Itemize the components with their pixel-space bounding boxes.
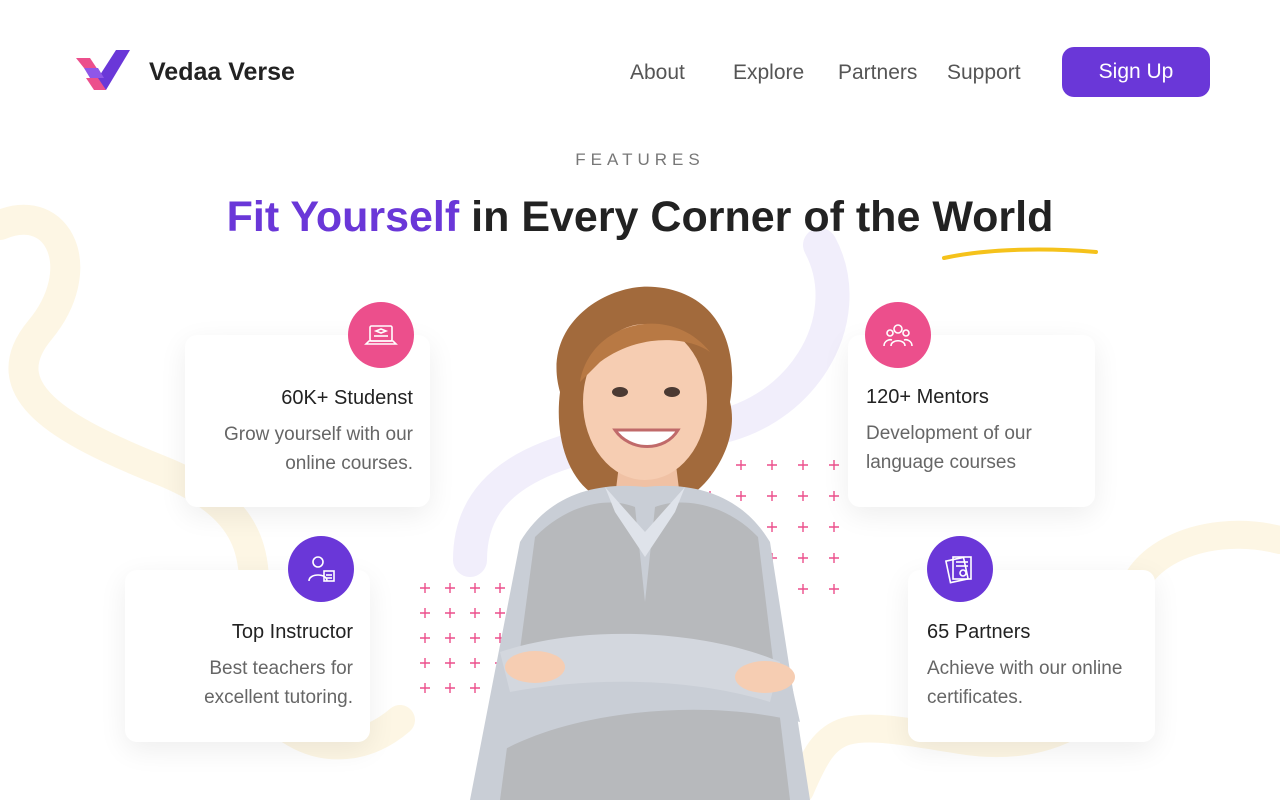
nav-explore[interactable]: Explore xyxy=(733,61,804,85)
plus-mark xyxy=(420,683,430,693)
vv-logo-icon xyxy=(76,50,130,90)
brand-name: Vedaa Verse xyxy=(149,58,295,86)
feature-title: 60K+ Studenst xyxy=(281,387,413,409)
headline-underline xyxy=(942,247,1098,260)
nav-about[interactable]: About xyxy=(630,61,685,85)
nav-support[interactable]: Support xyxy=(947,61,1021,85)
plus-mark xyxy=(420,658,430,668)
feature-description: Best teachers for excellent tutoring. xyxy=(204,658,353,708)
certificate-icon xyxy=(927,536,993,602)
instructor-icon xyxy=(288,536,354,602)
feature-description: Development of our language courses xyxy=(866,423,1032,473)
feature-title: Top Instructor xyxy=(231,621,353,643)
feature-title: 65 Partners xyxy=(927,621,1031,643)
nav-partners[interactable]: Partners xyxy=(838,61,917,85)
student-portrait xyxy=(470,286,810,800)
logo[interactable] xyxy=(76,48,132,92)
plus-mark xyxy=(420,608,430,618)
laptop-course-icon xyxy=(348,302,414,368)
group-people-icon xyxy=(865,302,931,368)
headline-rest: in Every Corner of the World xyxy=(471,193,1054,241)
feature-description: Achieve with our online certificates. xyxy=(927,658,1123,708)
feature-title: 120+ Mentors xyxy=(866,386,989,408)
headline: Fit Yourself in Every Corner of the Worl… xyxy=(0,193,1280,242)
section-eyebrow: FEATURES xyxy=(575,150,705,169)
sign-up-button[interactable]: Sign Up xyxy=(1062,47,1210,97)
feature-description: Grow yourself with our online courses. xyxy=(223,424,413,474)
plus-mark xyxy=(420,583,430,593)
headline-accent: Fit Yourself xyxy=(226,193,460,241)
plus-mark xyxy=(420,633,430,643)
